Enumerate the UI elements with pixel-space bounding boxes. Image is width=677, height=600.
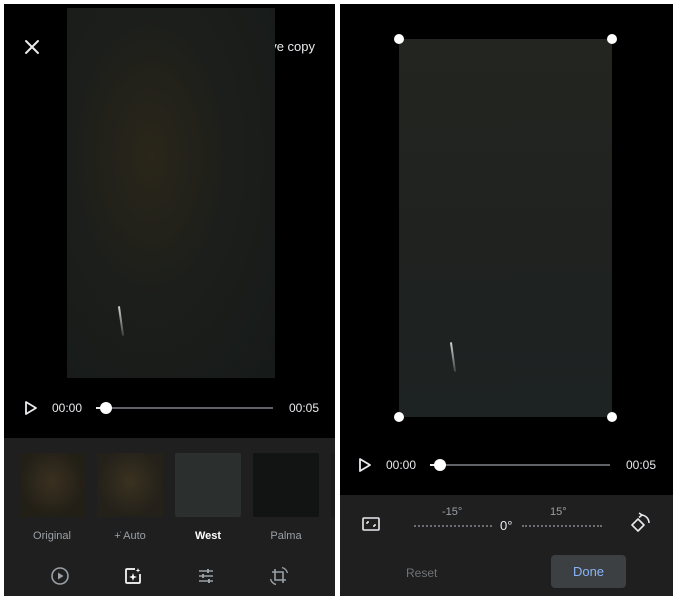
dial-mark-plus-15: 15° — [550, 506, 567, 518]
crop-editor-panel: 00:00 00:05 -15° 15° 0° Reset Done — [340, 4, 673, 596]
filter-thumbnail — [253, 453, 319, 517]
done-button[interactable]: Done — [551, 555, 626, 588]
aspect-ratio-button[interactable] — [360, 513, 382, 535]
close-icon — [25, 40, 39, 54]
dial-ticks-left — [414, 525, 492, 527]
filter-label: Auto — [123, 530, 146, 542]
filter-palma[interactable]: Palma — [253, 453, 319, 542]
filter-west[interactable]: West — [175, 453, 241, 542]
dial-mark-minus-15: -15° — [442, 506, 463, 518]
filter-auto[interactable]: +̇ Auto — [97, 453, 163, 542]
crop-handle-top-right[interactable] — [607, 34, 617, 44]
editor-tool-tabs — [4, 564, 335, 588]
crop-handle-bottom-left[interactable] — [394, 412, 404, 422]
playback-controls: 00:00 00:05 — [24, 401, 319, 415]
crop-handle-top-left[interactable] — [394, 34, 404, 44]
filters-editor-panel: Save copy 00:00 00:05 Original +̇ Auto W… — [4, 4, 335, 596]
crop-handle-bottom-right[interactable] — [607, 412, 617, 422]
duration: 00:05 — [625, 458, 656, 472]
tab-video[interactable] — [49, 565, 71, 587]
seek-handle[interactable] — [100, 402, 113, 414]
duration: 00:05 — [288, 401, 319, 415]
rotate-icon — [631, 512, 650, 532]
filter-thumbnail — [97, 453, 163, 517]
editor-bottom-bar: Original +̇ Auto West Palma — [4, 438, 335, 596]
filter-label-row: +̇ Auto — [97, 530, 163, 542]
tab-crop-rotate[interactable] — [268, 565, 290, 587]
filter-label: Original — [33, 530, 71, 542]
current-time: 00:00 — [52, 401, 83, 415]
video-preview — [67, 8, 275, 378]
seek-bar[interactable] — [430, 459, 610, 471]
tab-filters[interactable] — [122, 565, 144, 587]
tab-adjust[interactable] — [195, 565, 217, 587]
filter-thumbnail — [19, 453, 85, 517]
playback-controls: 00:00 00:05 — [358, 458, 656, 472]
seek-handle[interactable] — [434, 459, 447, 471]
filter-thumbnail — [175, 453, 241, 517]
photo-filter-icon — [125, 568, 141, 584]
current-time: 00:00 — [386, 458, 417, 472]
sliders-icon — [198, 569, 213, 583]
straighten-dial[interactable]: -15° 15° 0° — [414, 505, 604, 545]
seek-bar[interactable] — [96, 402, 273, 414]
crop-preview — [399, 39, 612, 417]
dial-current-angle: 0° — [500, 518, 513, 533]
crop-rotate-icon — [269, 566, 288, 586]
reset-button[interactable]: Reset — [406, 566, 437, 580]
filter-thumbnail — [331, 453, 335, 517]
dial-ticks-right — [522, 525, 602, 527]
filter-label: West — [194, 530, 222, 542]
filter-label: Palma — [270, 530, 302, 542]
filter-strip[interactable]: Original +̇ Auto West Palma — [19, 453, 335, 542]
light-streak — [449, 342, 457, 372]
play-icon[interactable] — [24, 401, 38, 415]
close-button[interactable] — [22, 37, 42, 57]
play-icon[interactable] — [358, 458, 372, 472]
aspect-ratio-icon — [362, 517, 380, 531]
filter-next-partial[interactable] — [331, 453, 335, 542]
filter-original[interactable]: Original — [19, 453, 85, 542]
crop-bottom-bar: -15° 15° 0° Reset Done — [340, 495, 673, 596]
rotate-button[interactable] — [629, 511, 653, 535]
light-streak — [117, 306, 125, 336]
sparkle-icon: +̇ — [114, 530, 121, 542]
play-circle-icon — [51, 567, 70, 585]
